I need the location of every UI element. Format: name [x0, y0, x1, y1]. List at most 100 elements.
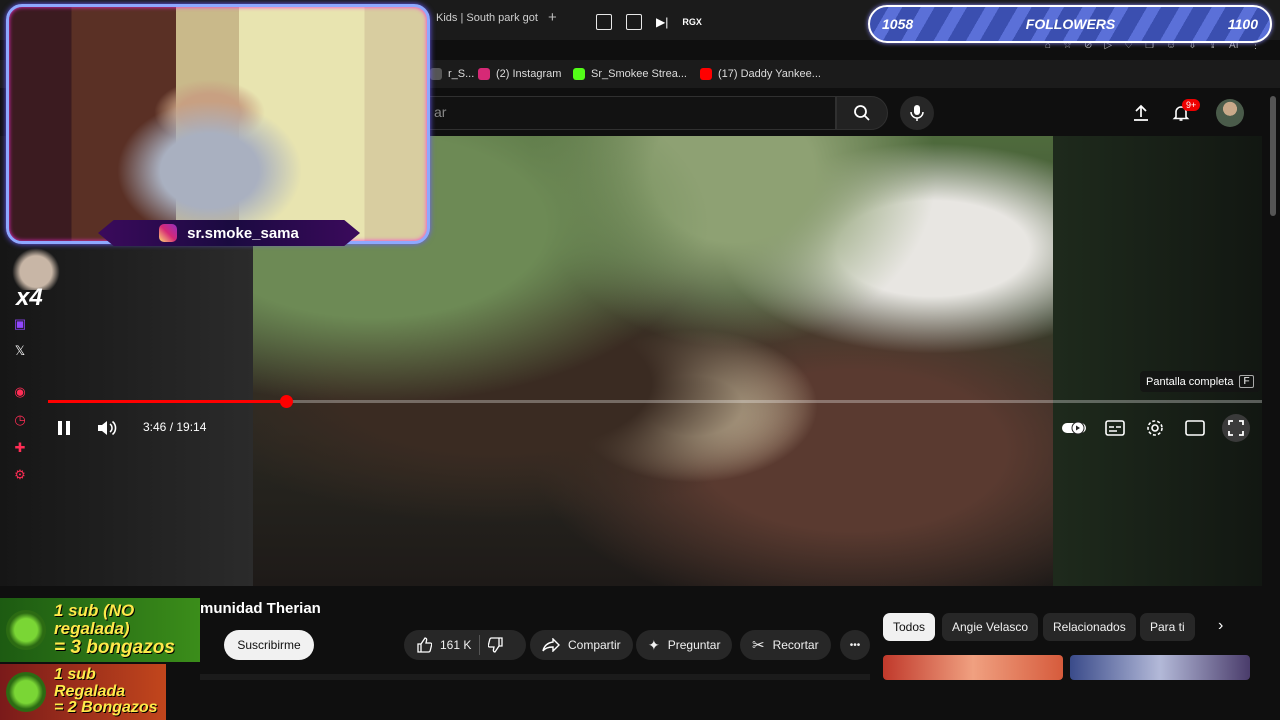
clock-icon: ◷	[14, 412, 26, 427]
pause-icon	[58, 421, 70, 435]
thumbs-down-icon	[488, 637, 504, 653]
tooltip-text: Pantalla completa	[1146, 375, 1234, 388]
promo-banner-1: 1 sub (NO regalada) = 3 bongazos	[0, 598, 200, 662]
promo-line: = 3 bongazos	[54, 636, 175, 658]
like-count: 161 K	[440, 638, 472, 652]
progress-scrubber[interactable]	[279, 395, 293, 408]
gear-icon	[1147, 420, 1163, 436]
bookmark-label: Sr_Smokee Strea...	[591, 68, 687, 80]
player-letterbox-right	[1053, 136, 1262, 586]
progress-played	[48, 400, 286, 403]
search-button[interactable]	[836, 96, 888, 130]
bookmark-kick[interactable]: Sr_Smokee Strea...	[573, 68, 687, 80]
video-title: munidad Therian	[200, 600, 321, 617]
chip-todos[interactable]: Todos	[883, 613, 936, 641]
puzzle-icon: ✚	[14, 440, 26, 455]
subtitles-icon	[1105, 420, 1125, 436]
video-overlay-controls: ▶| RGX	[596, 14, 702, 30]
promo-line: 1 sub Regalada	[54, 665, 126, 700]
clip-label: Recortar	[772, 638, 819, 652]
recommended-thumbnail[interactable]	[883, 655, 1063, 680]
leaf-icon	[6, 610, 46, 650]
description-box[interactable]	[200, 674, 870, 680]
voice-search-button[interactable]	[900, 96, 934, 130]
pause-button[interactable]	[52, 416, 76, 440]
thumbs-up-icon	[417, 637, 432, 653]
promo-line: = 2 Bongazos	[54, 699, 158, 717]
search-placeholder: ar	[434, 104, 447, 120]
chevron-right-icon[interactable]: ›	[1218, 617, 1223, 635]
like-button[interactable]: 161 K	[416, 637, 471, 653]
bookmark-item[interactable]: r_S...	[430, 68, 474, 80]
browser-tab-title[interactable]: Kids | South park got	[436, 12, 538, 24]
dislike-button[interactable]	[488, 637, 504, 653]
popout-icon[interactable]	[596, 14, 612, 30]
share-button[interactable]: Compartir	[530, 630, 633, 660]
clip-button[interactable]: ✂ Recortar	[740, 630, 831, 660]
fullscreen-button[interactable]	[1222, 414, 1250, 442]
theater-icon	[1185, 420, 1205, 436]
autoplay-toggle[interactable]	[1062, 416, 1088, 440]
search-icon	[854, 105, 870, 121]
subscribe-button[interactable]: Suscribirme	[224, 630, 314, 660]
share-icon	[542, 638, 560, 652]
like-dislike-group: 161 K	[404, 630, 526, 660]
search-input[interactable]	[380, 96, 836, 130]
instagram-icon	[159, 224, 178, 242]
instagram-icon	[478, 68, 490, 80]
bookmark-icon	[430, 68, 442, 80]
new-tab-button[interactable]: +	[548, 9, 557, 26]
scissors-icon: ✂	[752, 637, 765, 654]
upload-icon	[1134, 104, 1148, 121]
fullscreen-tooltip: Pantalla completa F	[1140, 371, 1260, 392]
followers-goal: 1100	[1227, 16, 1258, 32]
youtube-icon	[700, 68, 712, 80]
promo-line: 1 sub (NO regalada)	[54, 601, 135, 639]
followers-label: FOLLOWERS	[1025, 16, 1116, 32]
twitch-icon: ▣	[13, 316, 27, 331]
volume-button[interactable]	[94, 416, 120, 440]
bookmark-youtube[interactable]: (17) Daddy Yankee...	[700, 68, 821, 80]
multiplier-label: x4	[16, 284, 43, 311]
followers-current: 1058	[882, 16, 914, 32]
microphone-icon	[910, 105, 924, 121]
kick-icon	[573, 68, 585, 80]
chip-angie-velasco[interactable]: Angie Velasco	[942, 613, 1039, 641]
upload-button[interactable]	[1128, 100, 1154, 126]
promo-banner-2: 1 sub Regalada = 2 Bongazos	[0, 664, 166, 720]
chip-para-ti[interactable]: Para ti	[1140, 613, 1195, 641]
x-icon: 𝕏	[14, 343, 26, 358]
enter-icon[interactable]	[626, 14, 642, 30]
chip-relacionados[interactable]: Relacionados	[1043, 613, 1136, 641]
sparkle-icon: ✦	[648, 636, 660, 653]
tooltip-shortcut: F	[1239, 375, 1254, 388]
page-scrollbar[interactable]	[1270, 96, 1276, 216]
webcam-overlay	[6, 4, 430, 244]
bookmark-label: r_S...	[448, 68, 475, 80]
streamer-handle-banner: sr.smoke_sama	[98, 220, 360, 246]
play-circle-icon: ◉	[14, 384, 26, 399]
share-label: Compartir	[568, 638, 621, 652]
fullscreen-icon	[1228, 420, 1244, 436]
ask-label: Preguntar	[667, 638, 721, 652]
divider	[479, 635, 481, 655]
settings-button[interactable]	[1142, 416, 1168, 440]
streamer-handle: sr.smoke_sama	[187, 224, 299, 242]
bookmark-label: (17) Daddy Yankee...	[718, 68, 821, 80]
followers-goal-bar: 1058 FOLLOWERS 1100	[868, 5, 1272, 43]
account-avatar[interactable]	[1216, 99, 1244, 127]
subtitles-button[interactable]	[1102, 416, 1128, 440]
theater-mode-button[interactable]	[1182, 416, 1208, 440]
time-display: 3:46 / 19:14	[143, 420, 207, 434]
more-actions-button[interactable]: •••	[840, 630, 870, 660]
bookmark-label: (2) Instagram	[496, 68, 562, 80]
bookmark-instagram[interactable]: (2) Instagram	[478, 68, 561, 80]
gear-icon: ⚙	[14, 467, 26, 482]
notification-badge: 9+	[1182, 99, 1201, 111]
recommended-thumbnail[interactable]	[1070, 655, 1250, 680]
skip-icon[interactable]: ▶|	[656, 15, 668, 29]
rgx-label[interactable]: RGX	[682, 17, 702, 27]
ask-button[interactable]: ✦ Preguntar	[636, 630, 733, 660]
volume-icon	[98, 420, 117, 436]
leaf-icon	[6, 672, 46, 712]
